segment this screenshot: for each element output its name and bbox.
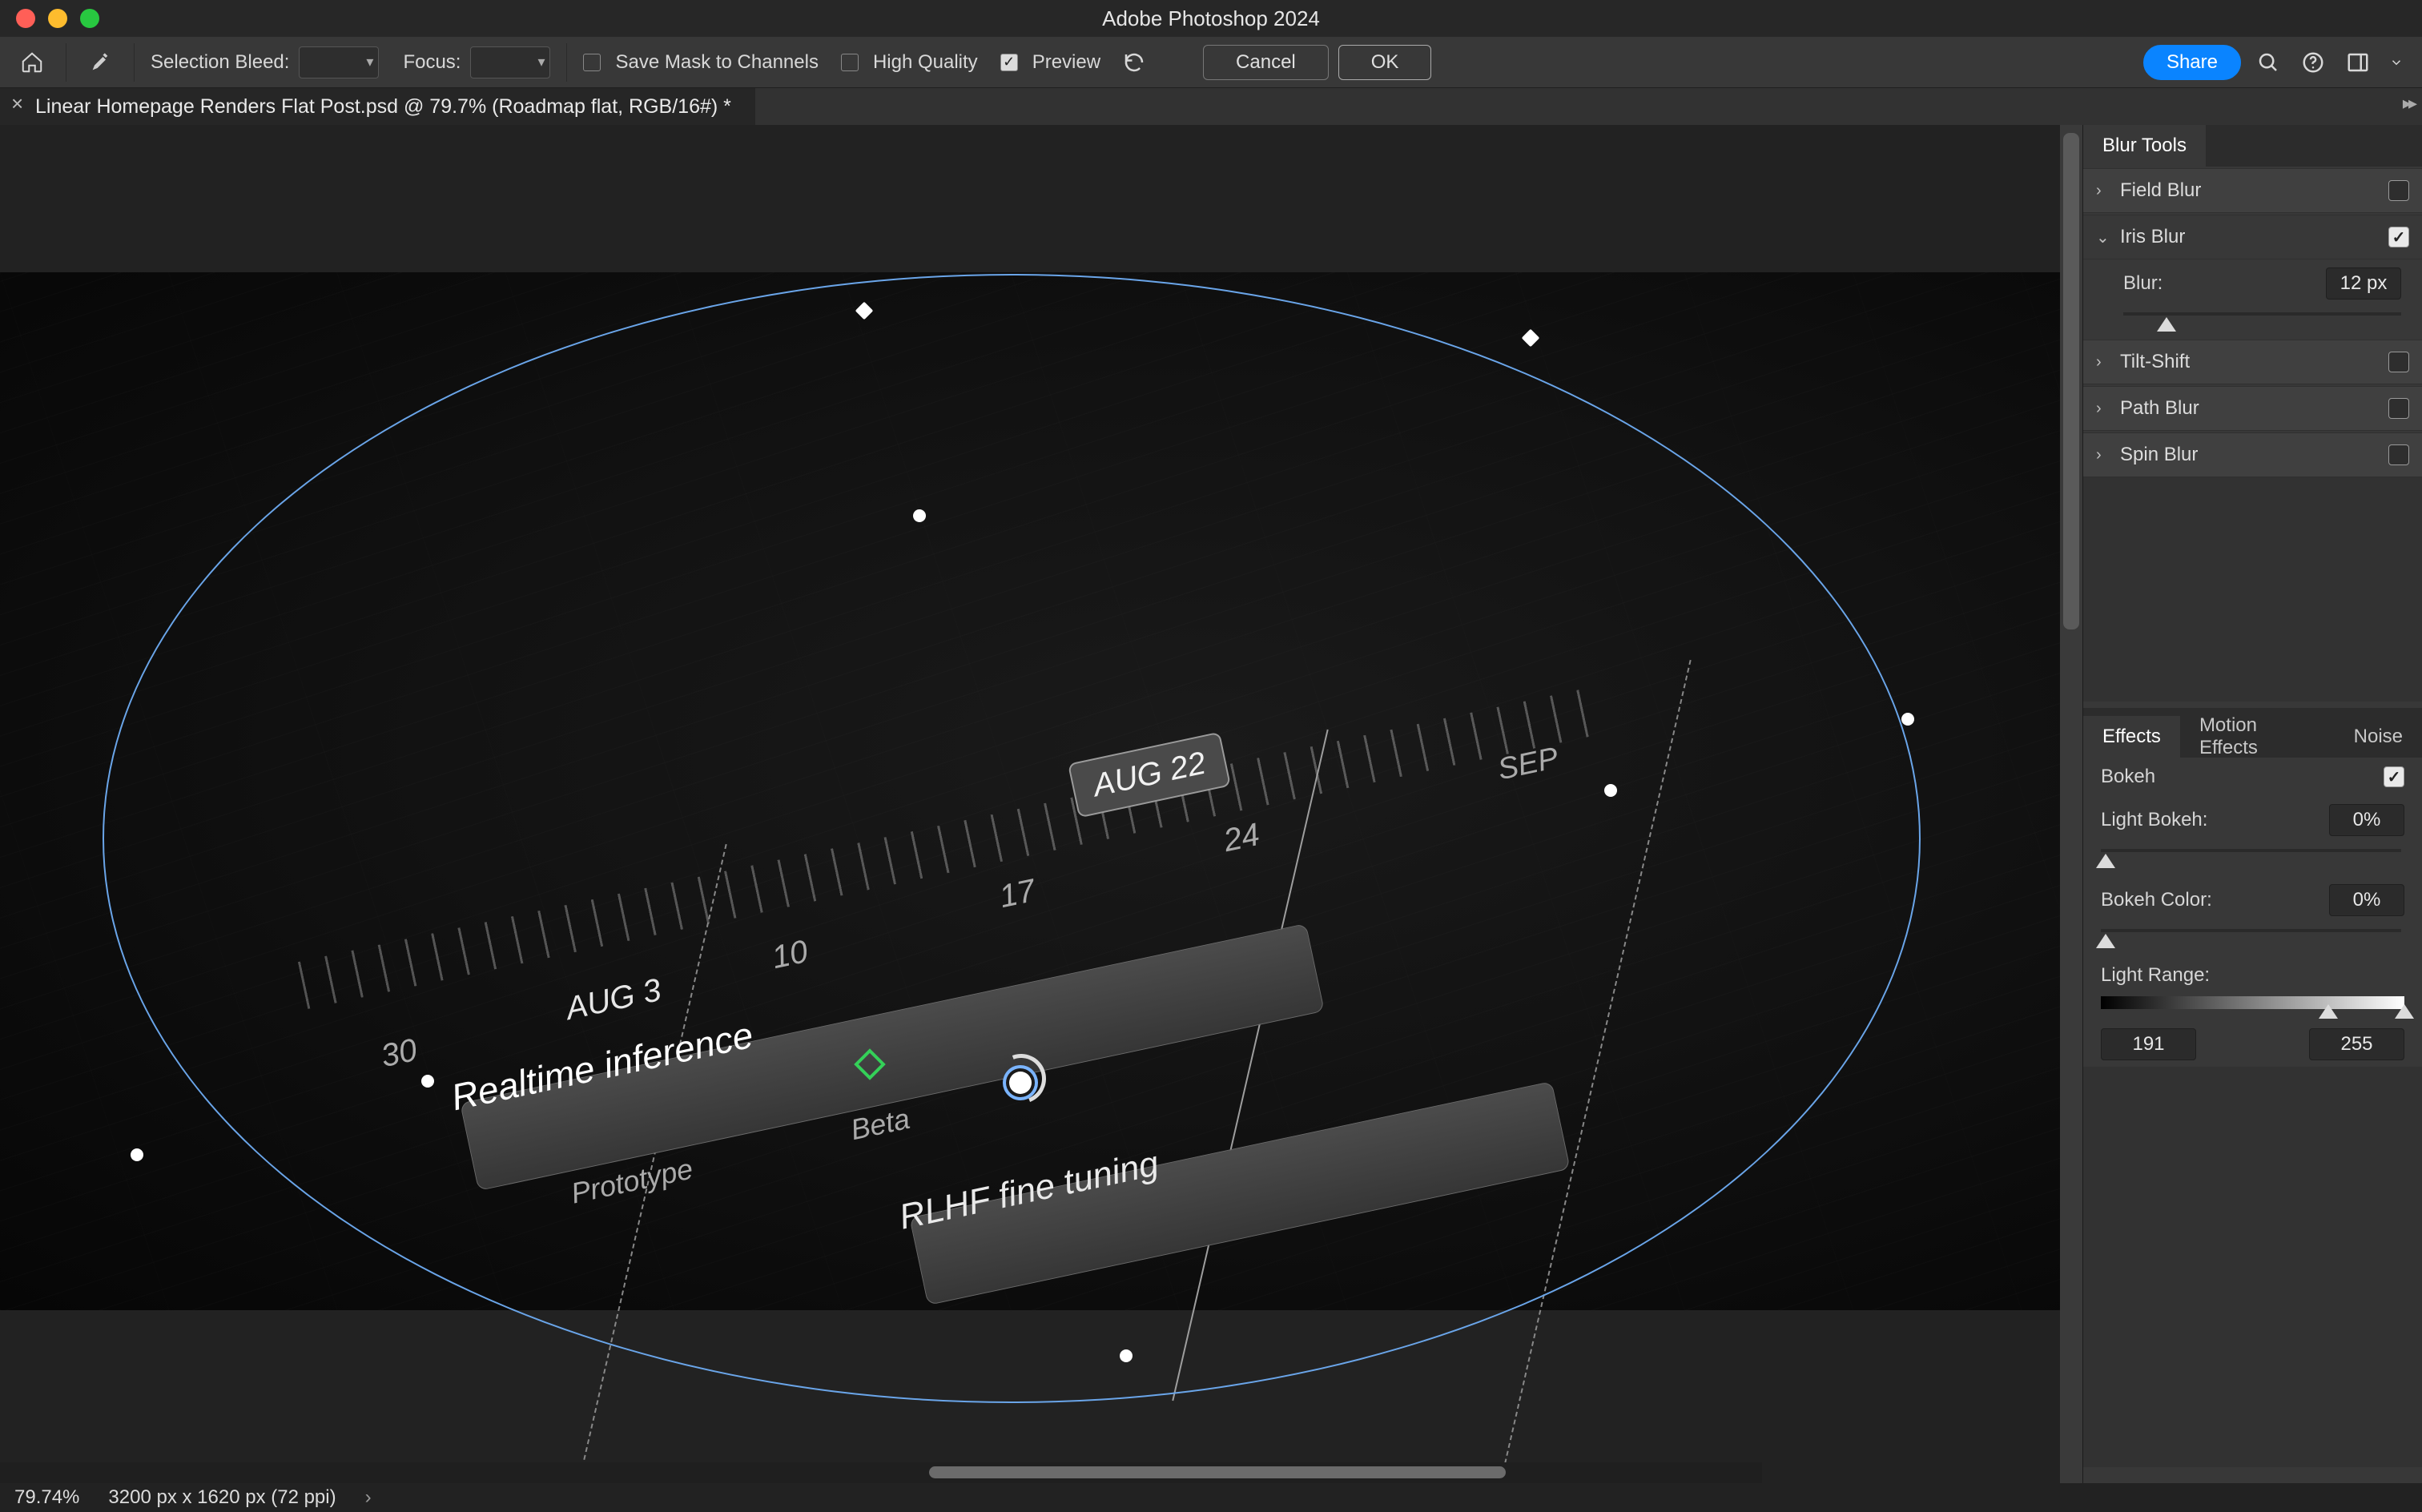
bokeh-color-slider[interactable] xyxy=(2101,924,2401,947)
canvas-area[interactable]: AUG 22 SEP AUG 3 30 10 17 24 Realtime in… xyxy=(0,125,2082,1483)
blur-handle[interactable] xyxy=(1120,1349,1133,1362)
ok-button[interactable]: OK xyxy=(1338,45,1432,80)
light-range-high[interactable]: 255 xyxy=(2309,1028,2404,1060)
timeline-date-label: 17 xyxy=(996,873,1039,915)
field-blur-toggle[interactable] xyxy=(2388,180,2409,201)
document-tab-bar: Linear Homepage Renders Flat Post.psd @ … xyxy=(0,88,2422,125)
accordion-iris-blur[interactable]: ⌄ Iris Blur ✓ xyxy=(2083,215,2422,259)
chevron-down-icon[interactable] xyxy=(2385,45,2408,80)
timeline-date-label: 24 xyxy=(1221,817,1263,859)
status-bar: 79.74% 3200 px x 1620 px (72 ppi) › xyxy=(0,1483,2422,1512)
preview-label: Preview xyxy=(1032,51,1100,74)
tab-motion-effects[interactable]: Motion Effects xyxy=(2180,716,2335,758)
accordion-label: Spin Blur xyxy=(2120,444,2380,466)
zoom-level[interactable]: 79.74% xyxy=(14,1486,79,1509)
options-bar: Selection Bleed: Focus: Save Mask to Cha… xyxy=(0,37,2422,88)
light-bokeh-value[interactable]: 0% xyxy=(2329,804,2404,836)
blur-handle[interactable] xyxy=(421,1075,434,1088)
blur-amount-label: Blur: xyxy=(2123,272,2316,295)
blur-handle[interactable] xyxy=(913,509,926,522)
light-bokeh-label: Light Bokeh: xyxy=(2101,809,2319,831)
blur-pin-center[interactable] xyxy=(1009,1072,1032,1094)
reset-icon[interactable] xyxy=(1116,45,1152,80)
document-tab[interactable]: Linear Homepage Renders Flat Post.psd @ … xyxy=(0,88,755,125)
status-chevron-icon[interactable]: › xyxy=(365,1486,372,1509)
separator xyxy=(566,43,567,82)
scrollbar-thumb[interactable] xyxy=(2063,133,2079,629)
scrollbar-thumb[interactable] xyxy=(929,1466,1506,1478)
help-icon[interactable] xyxy=(2295,45,2331,80)
workspace: AUG 22 SEP AUG 3 30 10 17 24 Realtime in… xyxy=(0,125,2422,1483)
light-bokeh-slider[interactable] xyxy=(2101,844,2401,867)
blur-amount-slider[interactable] xyxy=(2123,308,2401,330)
bokeh-toggle[interactable]: ✓ xyxy=(2384,766,2404,787)
vertical-scrollbar[interactable] xyxy=(2060,125,2082,1483)
collapse-panels-icon[interactable]: ▸▸ xyxy=(2403,93,2414,114)
close-window-button[interactable] xyxy=(16,9,35,28)
accordion-label: Field Blur xyxy=(2120,179,2380,202)
window-controls xyxy=(16,9,99,28)
blur-handle[interactable] xyxy=(1901,713,1914,726)
bokeh-color-label: Bokeh Color: xyxy=(2101,889,2319,911)
bokeh-label: Bokeh xyxy=(2101,766,2374,788)
blur-handle[interactable] xyxy=(1604,784,1617,797)
cancel-button[interactable]: Cancel xyxy=(1203,45,1329,80)
timeline-date-label: 30 xyxy=(378,1032,420,1075)
accordion-label: Iris Blur xyxy=(2120,226,2380,248)
selection-bleed-dropdown[interactable] xyxy=(299,46,379,78)
timeline-date-label: AUG 3 xyxy=(563,972,665,1027)
chevron-right-icon: › xyxy=(2096,353,2112,372)
accordion-path-blur[interactable]: › Path Blur xyxy=(2083,386,2422,431)
tab-noise[interactable]: Noise xyxy=(2335,716,2422,758)
light-range-label: Light Range: xyxy=(2101,964,2404,987)
canvas-dimensions: 3200 px x 1620 px (72 ppi) xyxy=(108,1486,336,1509)
app-title: Adobe Photoshop 2024 xyxy=(1102,6,1320,31)
iris-blur-toggle[interactable]: ✓ xyxy=(2388,227,2409,247)
light-range-low[interactable]: 191 xyxy=(2101,1028,2196,1060)
accordion-spin-blur[interactable]: › Spin Blur xyxy=(2083,432,2422,477)
workspace-switcher-icon[interactable] xyxy=(2340,45,2376,80)
accordion-field-blur[interactable]: › Field Blur xyxy=(2083,168,2422,213)
high-quality-checkbox[interactable] xyxy=(841,54,859,71)
right-panel-stack: Blur Tools › Field Blur ⌄ Iris Blur ✓ Bl… xyxy=(2082,125,2422,1483)
selection-bleed-label: Selection Bleed: xyxy=(151,51,289,74)
high-quality-label: High Quality xyxy=(873,51,978,74)
timeline-date-label: 10 xyxy=(769,934,811,976)
chevron-down-icon: ⌄ xyxy=(2096,227,2112,247)
save-mask-label: Save Mask to Channels xyxy=(615,51,818,74)
focus-dropdown[interactable] xyxy=(470,46,550,78)
accordion-label: Path Blur xyxy=(2120,397,2380,420)
artwork: AUG 22 SEP AUG 3 30 10 17 24 Realtime in… xyxy=(0,272,2060,1310)
effects-panel: Effects Motion Effects Noise Bokeh ✓ Lig… xyxy=(2083,716,2422,1474)
light-range-slider[interactable] xyxy=(2101,995,2404,1017)
focus-label: Focus: xyxy=(403,51,461,74)
blur-handle[interactable] xyxy=(131,1148,143,1161)
tab-effects[interactable]: Effects xyxy=(2083,716,2180,758)
path-blur-toggle[interactable] xyxy=(2388,398,2409,419)
accordion-tilt-shift[interactable]: › Tilt-Shift xyxy=(2083,340,2422,384)
tilt-shift-toggle[interactable] xyxy=(2388,352,2409,372)
save-mask-checkbox[interactable] xyxy=(583,54,601,71)
blur-tools-panel: Blur Tools › Field Blur ⌄ Iris Blur ✓ Bl… xyxy=(2083,125,2422,708)
bokeh-color-value[interactable]: 0% xyxy=(2329,884,2404,916)
tab-blur-tools[interactable]: Blur Tools xyxy=(2083,125,2206,167)
chevron-right-icon: › xyxy=(2096,182,2112,200)
tool-icon[interactable] xyxy=(82,45,118,80)
preview-checkbox[interactable]: ✓ xyxy=(1000,54,1018,71)
spin-blur-toggle[interactable] xyxy=(2388,444,2409,465)
zoom-window-button[interactable] xyxy=(80,9,99,28)
document-canvas[interactable]: AUG 22 SEP AUG 3 30 10 17 24 Realtime in… xyxy=(0,272,2060,1310)
accordion-label: Tilt-Shift xyxy=(2120,351,2380,373)
search-icon[interactable] xyxy=(2251,45,2286,80)
chevron-right-icon: › xyxy=(2096,400,2112,418)
minimize-window-button[interactable] xyxy=(48,9,67,28)
document-tab-label: Linear Homepage Renders Flat Post.psd @ … xyxy=(35,95,731,119)
share-button[interactable]: Share xyxy=(2143,45,2241,80)
blur-amount-value[interactable]: 12 px xyxy=(2326,267,2401,300)
horizontal-scrollbar[interactable] xyxy=(0,1462,1762,1483)
titlebar: Adobe Photoshop 2024 xyxy=(0,0,2422,37)
chevron-right-icon: › xyxy=(2096,446,2112,464)
home-icon[interactable] xyxy=(14,45,50,80)
separator xyxy=(134,43,135,82)
